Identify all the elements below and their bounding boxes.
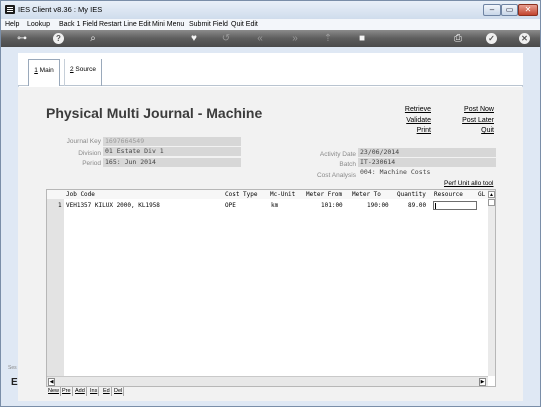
col-cost-type[interactable]: Cost Type — [225, 191, 258, 198]
row-number: 1 — [58, 202, 62, 209]
cell-quantity[interactable]: 89.00 — [408, 202, 426, 209]
window-title: IES Client v8.36 : My IES — [18, 5, 103, 14]
scroll-up-icon[interactable]: ▲ — [488, 191, 495, 198]
maximize-button[interactable]: ▭ — [501, 4, 518, 16]
pre-button[interactable]: Pre — [61, 387, 73, 396]
tab-main-key: 1 — [34, 67, 38, 74]
col-job-code[interactable]: Job Code — [66, 191, 95, 198]
col-quantity[interactable]: Quantity — [397, 191, 426, 198]
undo-icon[interactable]: ↺ — [219, 32, 233, 45]
period-label: Period — [82, 160, 101, 167]
menu-submit-field[interactable]: Submit Field — [189, 19, 228, 30]
key-icon[interactable]: ⊶ — [11, 32, 33, 45]
print-icon[interactable]: ⎙ — [451, 32, 465, 45]
journal-key-label: Journal Key — [66, 138, 101, 145]
row-number-column — [47, 190, 64, 376]
side-e-icon[interactable]: E — [11, 377, 18, 388]
minimize-button[interactable]: – — [483, 4, 501, 16]
close-icon[interactable]: ✕ — [519, 33, 530, 44]
scroll-right-icon[interactable]: ▶ — [479, 378, 486, 386]
perf-unit-allo-tool-link[interactable]: Perf Unit allo tool — [444, 180, 494, 187]
cost-analysis-field[interactable]: 004: Machine Costs — [358, 168, 496, 177]
validate-link[interactable]: Validate — [371, 117, 431, 124]
scroll-thumb[interactable] — [488, 199, 495, 206]
menu-back-1-field[interactable]: Back 1 Field — [59, 19, 98, 30]
cost-analysis-label: Cost Analysis — [316, 172, 356, 179]
col-gl[interactable]: GL — [478, 191, 485, 198]
menu-mini-menu[interactable]: Mini Menu — [152, 19, 184, 30]
ins-button[interactable]: Ins — [89, 387, 100, 396]
app-window: IES Client v8.36 : My IES – ▭ ✕ Help Loo… — [0, 0, 541, 407]
retrieve-link[interactable]: Retrieve — [371, 106, 431, 113]
quit-link[interactable]: Quit — [434, 127, 494, 134]
journal-grid: Job Code Cost Type Mc-Unit Meter From Me… — [46, 189, 496, 387]
vertical-scrollbar[interactable]: ▲ — [488, 190, 495, 376]
horizontal-scrollbar[interactable]: ◀ ▶ — [47, 376, 488, 386]
scroll-left-icon[interactable]: ◀ — [48, 378, 55, 386]
menu-quit-edit[interactable]: Quit Edit — [231, 19, 258, 30]
menu-lookup[interactable]: Lookup — [27, 19, 50, 30]
new-button[interactable]: New — [47, 387, 62, 396]
col-meter-from[interactable]: Meter From — [306, 191, 342, 198]
tab-strip: 1 Main 2 Source — [18, 53, 523, 86]
toolbar: ⊶ ? ⌕ ♥ ↺ « » ⇡ ■ ⎙ ✓ ✕ — [1, 30, 540, 47]
menu-restart-line-edit[interactable]: Restart Line Edit — [99, 19, 151, 30]
left-strip — [1, 47, 18, 401]
tab-main-label: Main — [39, 67, 54, 74]
stop-icon[interactable]: ■ — [355, 32, 369, 45]
rewind-icon[interactable]: « — [253, 32, 267, 45]
side-session-label: Ses — [8, 365, 17, 371]
cell-mc-unit[interactable]: km — [271, 202, 278, 209]
close-window-button[interactable]: ✕ — [518, 4, 538, 16]
cell-cost-type[interactable]: OPE — [225, 202, 236, 209]
col-meter-to[interactable]: Meter To — [352, 191, 381, 198]
period-field[interactable]: 165: Jun 2014 — [103, 158, 241, 167]
activity-date-label: Activity Date — [319, 151, 356, 158]
division-field[interactable]: 01 Estate Div 1 — [103, 147, 241, 156]
heart-icon[interactable]: ♥ — [187, 32, 201, 45]
activity-date-field[interactable]: 23/06/2014 — [358, 148, 496, 157]
page-title: Physical Multi Journal - Machine — [46, 105, 263, 121]
fast-forward-icon[interactable]: » — [288, 32, 302, 45]
ok-icon[interactable]: ✓ — [486, 33, 497, 44]
grid-header: Job Code Cost Type Mc-Unit Meter From Me… — [47, 190, 495, 199]
tab-main[interactable]: 1 Main — [28, 59, 60, 86]
del-button[interactable]: Del — [113, 387, 125, 396]
menu-help[interactable]: Help — [5, 19, 19, 30]
resource-cell-input[interactable] — [433, 201, 477, 210]
app-logo-icon — [5, 5, 15, 14]
upload-icon[interactable]: ⇡ — [321, 32, 335, 45]
post-later-link[interactable]: Post Later — [434, 117, 494, 124]
col-mc-unit[interactable]: Mc-Unit — [270, 191, 295, 198]
batch-label: Batch — [339, 161, 356, 168]
batch-field[interactable]: IT-230614 — [358, 158, 496, 167]
search-icon[interactable]: ⌕ — [86, 32, 100, 45]
division-label: Division — [78, 150, 101, 157]
add-button[interactable]: Add — [74, 387, 87, 396]
cell-meter-from[interactable]: 101:00 — [321, 202, 343, 209]
help-icon[interactable]: ? — [53, 33, 64, 44]
ed-button[interactable]: Ed — [102, 387, 112, 396]
col-resource[interactable]: Resource — [434, 191, 463, 198]
post-now-link[interactable]: Post Now — [434, 106, 494, 113]
journal-key-field: 1697664549 — [103, 137, 241, 146]
tab-source-key: 2 — [69, 66, 74, 73]
menu-bar: Help Lookup Back 1 Field Restart Line Ed… — [1, 19, 540, 30]
tab-source[interactable]: 2 Source — [64, 59, 102, 86]
cell-meter-to[interactable]: 190:00 — [367, 202, 389, 209]
title-bar: IES Client v8.36 : My IES – ▭ ✕ — [1, 1, 540, 19]
cell-job-code[interactable]: VEH1357 KILUX 2000, KL1958 — [66, 202, 160, 209]
tab-source-label: Source — [75, 66, 97, 73]
print-link[interactable]: Print — [371, 127, 431, 134]
